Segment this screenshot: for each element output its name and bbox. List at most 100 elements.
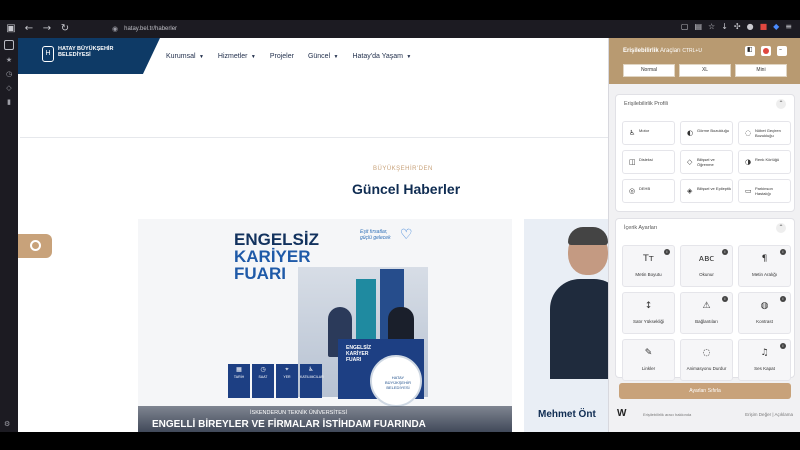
card-caption-title[interactable]: ENGELLİ BİREYLER VE FİRMALAR İSTİHDAM FU… [152, 419, 426, 430]
contrast-icon: ◍ [760, 301, 769, 311]
bookmarks-icon[interactable]: ★ [0, 56, 18, 64]
site-logo[interactable]: H HATAY BÜYÜKŞEHİR BELEDİYESİ [18, 38, 160, 74]
diamond-icon: ◈ [687, 187, 693, 195]
account-icon[interactable]: ● [747, 22, 754, 31]
sidebar-toggle-icon[interactable]: ▣ [4, 22, 18, 36]
info-tile-place: ⌖ YER [276, 364, 298, 398]
profiles-section-title: Erişilebilirlik Profili [624, 101, 669, 107]
setting-readable[interactable]: i ᴀʙᴄ Okunur [680, 245, 733, 287]
hero-area [20, 78, 610, 138]
tab-bar [0, 0, 800, 20]
size-normal-button[interactable]: Normal [623, 64, 675, 77]
news-card-featured[interactable]: ENGELSİZ KARİYER FUARI Eşit fırsatlar, g… [138, 219, 512, 432]
profile-seizure[interactable]: ◌ Nöbet Geçiren Bozukluğu [738, 121, 791, 145]
collapse-icon[interactable]: ⌃ [776, 223, 786, 233]
accessibility-launcher-button[interactable] [18, 234, 52, 258]
logo-emblem-icon: H [42, 46, 54, 62]
screenshot-icon[interactable]: ▢ [681, 22, 689, 31]
readable-font-icon: ᴀʙᴄ [698, 254, 715, 264]
size-mini-button[interactable]: Mini [735, 64, 787, 77]
extension-shield-icon[interactable]: ▮ [0, 98, 18, 106]
chevron-down-icon: ▼ [249, 54, 256, 60]
contrast-icon: ◑ [745, 158, 752, 166]
back-icon[interactable]: ← [22, 22, 36, 36]
wheelchair-icon: ♿ [629, 129, 636, 137]
info-tile-time: ◷ SAAT [252, 364, 274, 398]
nav-hizmetler[interactable]: Hizmetler ▼ [218, 53, 256, 60]
sound-icon: ♫ [760, 348, 769, 358]
warning-icon: ⚠ [702, 301, 711, 311]
download-icon[interactable]: ↓ [721, 22, 728, 31]
panel-language-button[interactable] [761, 46, 771, 56]
footer-text[interactable]: Erişilebilirlik aracı hakkında [643, 412, 691, 417]
panel-size-options: Normal XL Mini [623, 64, 787, 77]
bookmark-icon[interactable]: ☆ [708, 22, 715, 31]
setting-stop-animation[interactable]: ◌ Animasyonu Durdur [680, 339, 733, 381]
clock-icon: ◷ [260, 366, 266, 373]
setting-mute[interactable]: i ♫ Ses Kapat [738, 339, 791, 381]
profile-dyslexia[interactable]: ◫ Disleksi [622, 150, 675, 174]
address-bar[interactable]: ◉ hatay.bel.tr/haberler [112, 22, 592, 36]
poster-info-tiles: ▦ TARİH ◷ SAAT ⌖ YER ♿ KATILIMCILAR [228, 364, 324, 398]
logo-text: HATAY BÜYÜKŞEHİR BELEDİYESİ [58, 46, 114, 58]
panel-footer: W Erişilebilirlik aracı hakkında Erişim … [617, 408, 793, 422]
poster-badge: HATAY BÜYÜKŞEHİR BELEDİYESİ [370, 355, 422, 407]
chevron-down-icon: ▼ [332, 54, 339, 60]
setting-text-size[interactable]: i Tт Metin Boyutu [622, 245, 675, 287]
content-section-title: İçerik Ayarları [624, 225, 658, 231]
sidebar-panel-icon[interactable] [4, 40, 14, 50]
profile-parkinson[interactable]: ▭ Parkinson Hastalığı [738, 179, 791, 203]
setting-links-highlight[interactable]: i ⚠ Bağlantıları [680, 292, 733, 334]
setting-line-height[interactable]: ↕ Satır Yüksekliği [622, 292, 675, 334]
panel-header: Erişilebilirlik Araçları CTRL+U ◧ – Norm… [609, 38, 800, 84]
card-caption-source: İSKENDERUN TEKNİK ÜNİVERSİTESİ [250, 410, 348, 416]
accessibility-panel: Erişilebilirlik Araçları CTRL+U ◧ – Norm… [608, 38, 800, 432]
nav-guncel[interactable]: Güncel ▼ [308, 53, 339, 60]
profile-color-blind[interactable]: ◑ Renk Körlüğü [738, 150, 791, 174]
setting-links[interactable]: ✎ Linkler [622, 339, 675, 381]
extension-red-icon[interactable]: ■ [760, 22, 768, 31]
browser-window: ▣ ← → ↻ ◉ hatay.bel.tr/haberler ▢ ▤ ☆ ↓ … [0, 0, 800, 450]
panel-title: Erişilebilirlik Araçları CTRL+U [623, 48, 702, 54]
footer-links[interactable]: Erişim Değer | Açıklama [745, 412, 793, 417]
nav-kurumsal[interactable]: Kurumsal ▼ [166, 53, 204, 60]
profile-epileptic[interactable]: ◈ Bilişsel ve Epileptik [680, 179, 733, 203]
lock-icon: ◉ [112, 26, 119, 33]
reader-icon[interactable]: ▤ [694, 22, 702, 31]
collapse-icon[interactable]: ⌃ [776, 99, 786, 109]
setting-contrast[interactable]: i ◍ Kontrast [738, 292, 791, 334]
extension-blue-icon[interactable]: ◆ [773, 22, 779, 31]
profile-cognitive[interactable]: ◇ Bilişsel ve Öğrenme [680, 150, 733, 174]
profile-vision[interactable]: ◐ Görme Bozukluğu [680, 121, 733, 145]
gear-icon[interactable]: ⚙ [4, 420, 10, 428]
widget-logo-icon: W [617, 408, 627, 419]
nav-projeler[interactable]: Projeler [270, 53, 294, 60]
setting-text-spacing[interactable]: i ¶ Metin Aralığı [738, 245, 791, 287]
panel-close-button[interactable]: – [777, 46, 787, 56]
reload-icon[interactable]: ↻ [58, 22, 72, 36]
seizure-icon: ◌ [745, 129, 752, 137]
forward-icon[interactable]: → [40, 22, 54, 36]
accessibility-icon [30, 240, 41, 251]
line-height-icon: ↕ [644, 301, 653, 311]
profile-motor[interactable]: ♿ Motor [622, 121, 675, 145]
wheelchair-icon: ♿ [308, 366, 314, 373]
profiles-section: Erişilebilirlik Profili ⌃ ♿ Motor ◐ Görme … [615, 94, 795, 212]
section-kicker: BÜYÜKŞEHİR'DEN [373, 166, 433, 172]
card-person-name[interactable]: Mehmet Önt [538, 409, 596, 420]
tabs-icon[interactable]: ◇ [0, 84, 18, 92]
eye-icon: ◐ [687, 129, 694, 137]
paragraph-icon: ¶ [761, 254, 768, 264]
panel-move-button[interactable]: ◧ [745, 46, 755, 56]
url-text[interactable]: hatay.bel.tr/haberler [124, 26, 177, 32]
reset-settings-button[interactable]: Ayarları Sıfırla [619, 383, 791, 399]
main-nav: Kurumsal ▼ Hizmetler ▼ Projeler Güncel ▼… [166, 53, 411, 60]
browser-toolbar: ▣ ← → ↻ ◉ hatay.bel.tr/haberler ▢ ▤ ☆ ↓ … [0, 20, 800, 38]
history-icon[interactable]: ◷ [0, 70, 18, 78]
size-xl-button[interactable]: XL [679, 64, 731, 77]
menu-icon[interactable]: ≡ [785, 22, 792, 31]
move-icon: ◧ [747, 46, 753, 53]
nav-hatayda-yasam[interactable]: Hatay'da Yaşam ▼ [352, 53, 411, 60]
extensions-icon[interactable]: ✣ [734, 22, 741, 31]
profile-adhd[interactable]: ◎ DEHB [622, 179, 675, 203]
